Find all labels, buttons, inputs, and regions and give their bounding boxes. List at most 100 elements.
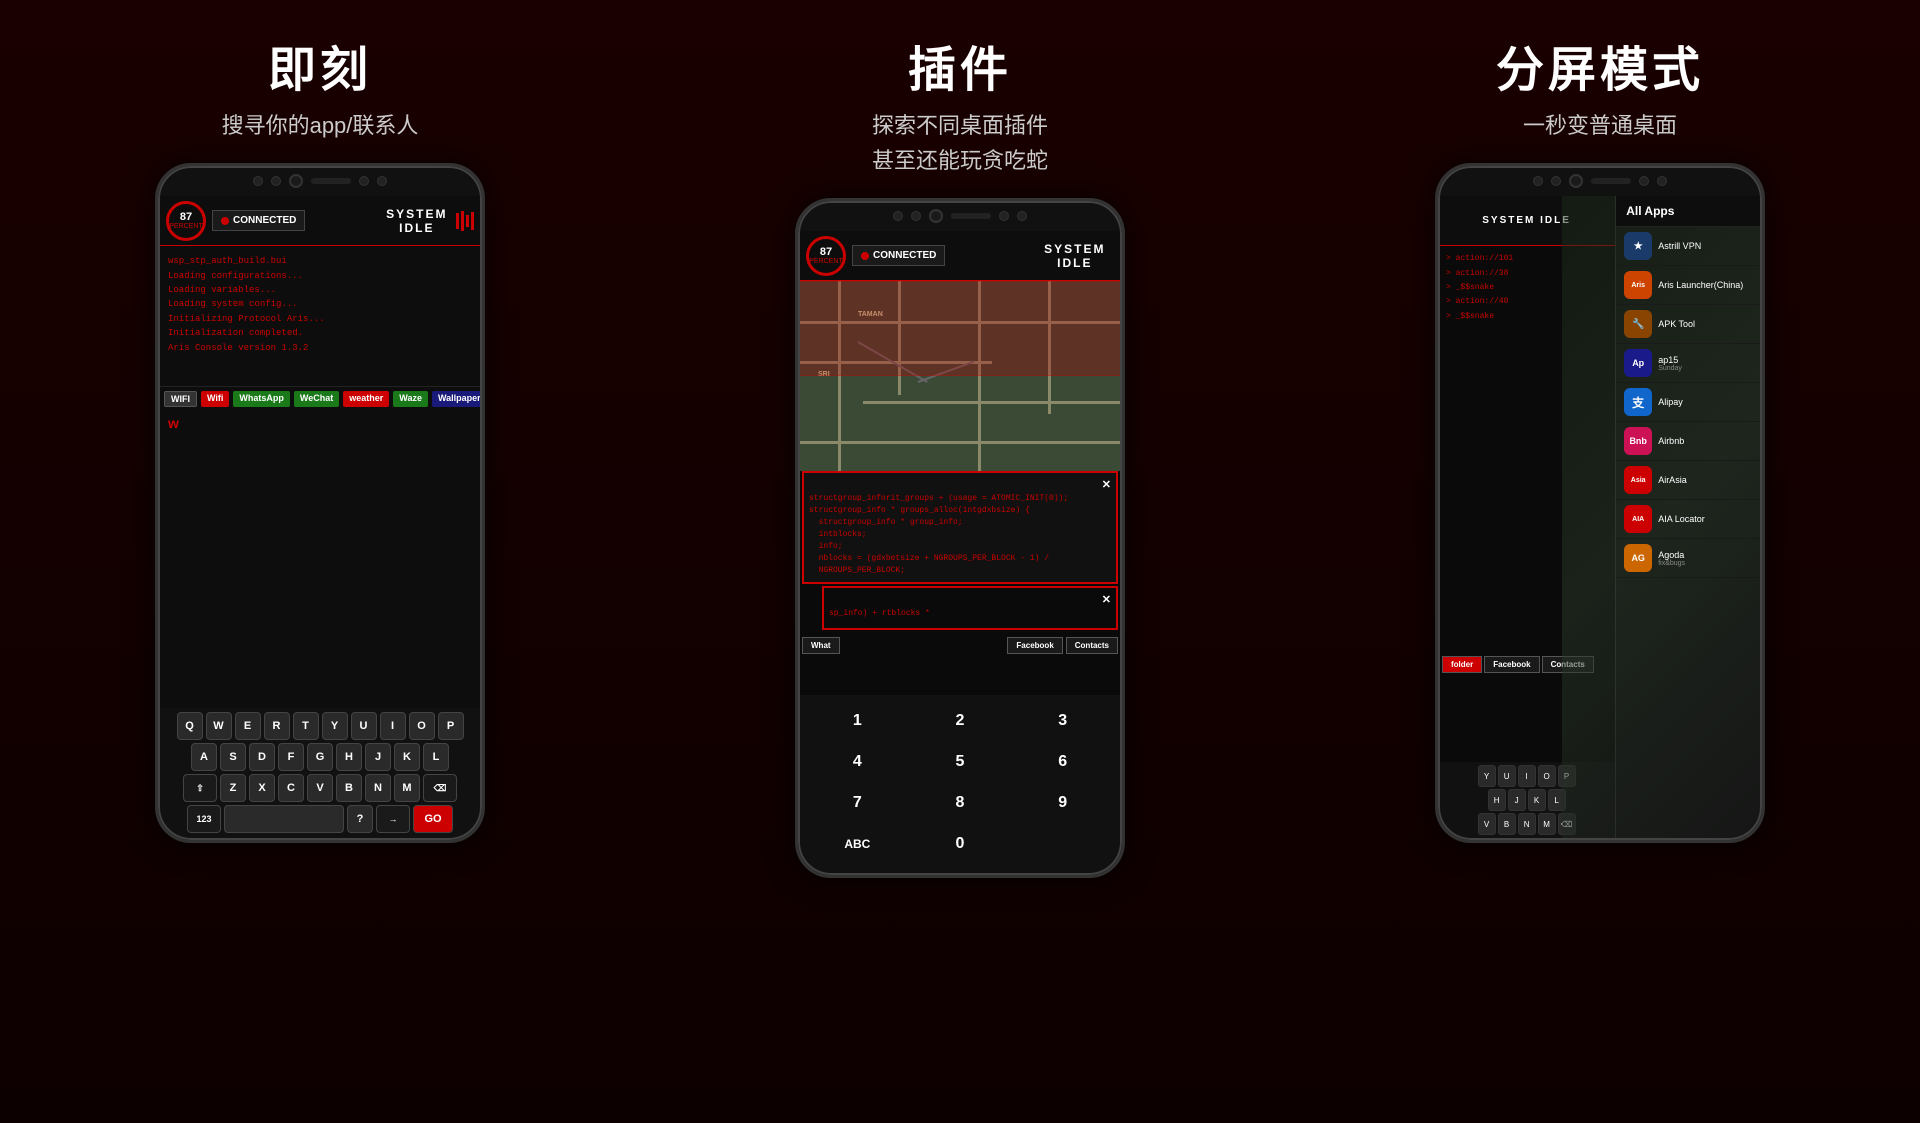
key-k[interactable]: K [394,743,420,771]
key-d[interactable]: D [249,743,275,771]
p3-all-apps-header: All Apps [1616,196,1762,227]
key-go[interactable]: GO [413,805,453,833]
key-b[interactable]: B [336,774,362,802]
p3-shortcut-facebook[interactable]: Facebook [1484,656,1539,673]
app-sub-agoda: fix&bugs [1658,560,1685,567]
key-v[interactable]: V [307,774,333,802]
app-item-airasia[interactable]: Asia AirAsia [1616,461,1762,500]
key-123[interactable]: 123 [187,805,221,833]
tag-weather[interactable]: weather [343,391,389,407]
key-shift[interactable]: ⇧ [183,774,217,802]
key-u[interactable]: U [351,712,377,740]
shortcut-facebook[interactable]: Facebook [1007,637,1062,654]
key-arrow[interactable]: → [376,805,410,833]
keyboard-row-3: ⇧ Z X C V B N M ⌫ [162,774,478,802]
app-item-agoda[interactable]: AG Agoda fix&bugs [1616,539,1762,578]
numpad-5[interactable]: 5 [925,744,995,779]
p3-key-k[interactable]: K [1528,789,1546,811]
shortcut-contacts[interactable]: Contacts [1066,637,1118,654]
console-line-6: Initialization completed. [168,326,472,340]
key-i[interactable]: I [380,712,406,740]
p3-key-v[interactable]: V [1478,813,1496,835]
tag-waze[interactable]: Waze [393,391,428,407]
p3-key-i[interactable]: I [1518,765,1536,787]
shortcut-what[interactable]: What [802,637,840,654]
p2-dialog-1-close[interactable]: ✕ [1102,478,1111,491]
p3-key-m[interactable]: M [1538,813,1556,835]
key-y[interactable]: Y [322,712,348,740]
panel-1: 即刻 搜寻你的app/联系人 87 PERCENT [0,0,640,1123]
app-name-alipay: Alipay [1658,397,1683,407]
numpad-7[interactable]: 7 [822,785,892,820]
key-question[interactable]: ? [347,805,373,833]
key-s[interactable]: S [220,743,246,771]
app-info-aris: Aris Launcher(China) [1658,280,1743,290]
panel3-title: 分屏模式 [1496,30,1704,100]
key-p[interactable]: P [438,712,464,740]
app-item-ap15[interactable]: Ap ap15 Sunday [1616,344,1762,383]
camera-dot-1 [253,176,263,186]
p1-system-idle: SYSTEM IDLE [384,207,450,235]
key-n[interactable]: N [365,774,391,802]
key-q[interactable]: Q [177,712,203,740]
key-t[interactable]: T [293,712,319,740]
app-item-astrill[interactable]: ★ Astrill VPN [1616,227,1762,266]
console-line-5: Initializing Protocol Aris... [168,312,472,326]
numpad-3[interactable]: 3 [1028,703,1098,738]
key-o[interactable]: O [409,712,435,740]
app-item-apktool[interactable]: 🔧 APK Tool [1616,305,1762,344]
app-item-aia[interactable]: AIA AIA Locator [1616,500,1762,539]
p1-battery-circle: 87 PERCENT [166,201,206,241]
key-w[interactable]: W [206,712,232,740]
p2-dialog-2-close[interactable]: ✕ [1102,593,1111,606]
numpad-abc[interactable]: ABC [822,826,892,861]
numpad-1[interactable]: 1 [822,703,892,738]
numpad-2[interactable]: 2 [925,703,995,738]
key-x[interactable]: X [249,774,275,802]
p3-key-h[interactable]: H [1488,789,1506,811]
app-name-astrill: Astrill VPN [1658,241,1701,251]
key-a[interactable]: A [191,743,217,771]
key-r[interactable]: R [264,712,290,740]
key-l[interactable]: L [423,743,449,771]
app-item-airbnb[interactable]: Bnb Airbnb [1616,422,1762,461]
key-j[interactable]: J [365,743,391,771]
app-item-alipay[interactable]: 支 Alipay [1616,383,1762,422]
numpad-4[interactable]: 4 [822,744,892,779]
app-name-apktool: APK Tool [1658,319,1695,329]
key-backspace[interactable]: ⌫ [423,774,457,802]
tag-wifi-red[interactable]: Wifi [201,391,229,407]
key-g[interactable]: G [307,743,333,771]
p3-key-j[interactable]: J [1508,789,1526,811]
numpad-6[interactable]: 6 [1028,744,1098,779]
key-e[interactable]: E [235,712,261,740]
tag-whatsapp[interactable]: WhatsApp [233,391,290,407]
p2-shortcuts-bar: What Facebook Contacts [798,634,1122,657]
app-item-aris[interactable]: Aris Aris Launcher(China) [1616,266,1762,305]
key-z[interactable]: Z [220,774,246,802]
numpad-0[interactable]: 0 [925,826,995,861]
p3-shortcut-folder[interactable]: folder [1442,656,1482,673]
app-name-airbnb: Airbnb [1658,436,1684,446]
numpad-8[interactable]: 8 [925,785,995,820]
key-c[interactable]: C [278,774,304,802]
key-h[interactable]: H [336,743,362,771]
p3-key-b[interactable]: B [1498,813,1516,835]
p3-key-o[interactable]: O [1538,765,1556,787]
camera-dot-2 [271,176,281,186]
numpad-9[interactable]: 9 [1028,785,1098,820]
tag-wechat[interactable]: WeChat [294,391,339,407]
p3-camera-dot-4 [1657,176,1667,186]
phone-frame-1: 87 PERCENT CONNECTED SYSTEM IDLE [155,163,485,843]
app-icon-aris: Aris [1624,271,1652,299]
p3-key-u[interactable]: U [1498,765,1516,787]
tag-wallpapers[interactable]: Wallpapers [432,391,482,407]
key-space[interactable] [224,805,344,833]
key-m[interactable]: M [394,774,420,802]
p2-dialog-1-code: structgroup_inforit_groups + (usage = AT… [809,493,1111,577]
p3-key-n[interactable]: N [1518,813,1536,835]
tag-wifi-outline[interactable]: WIFI [164,391,197,407]
key-f[interactable]: F [278,743,304,771]
panel1-title: 即刻 [268,30,372,100]
p3-key-y[interactable]: Y [1478,765,1496,787]
